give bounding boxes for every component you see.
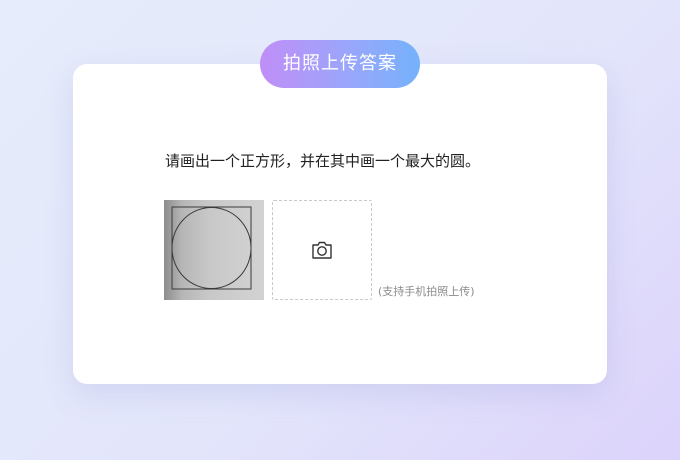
page-title: 拍照上传答案 bbox=[260, 40, 420, 88]
uploaded-photo-thumbnail[interactable] bbox=[164, 200, 264, 300]
upload-hint: (支持手机拍照上传) bbox=[378, 285, 475, 298]
upload-photo-button[interactable] bbox=[272, 200, 372, 300]
camera-icon bbox=[312, 241, 332, 259]
answer-card: 请画出一个正方形，并在其中画一个最大的圆。 (支持手机拍照上传) bbox=[73, 64, 607, 384]
square-circle-drawing bbox=[171, 206, 252, 290]
question-text: 请画出一个正方形，并在其中画一个最大的圆。 bbox=[165, 152, 481, 170]
